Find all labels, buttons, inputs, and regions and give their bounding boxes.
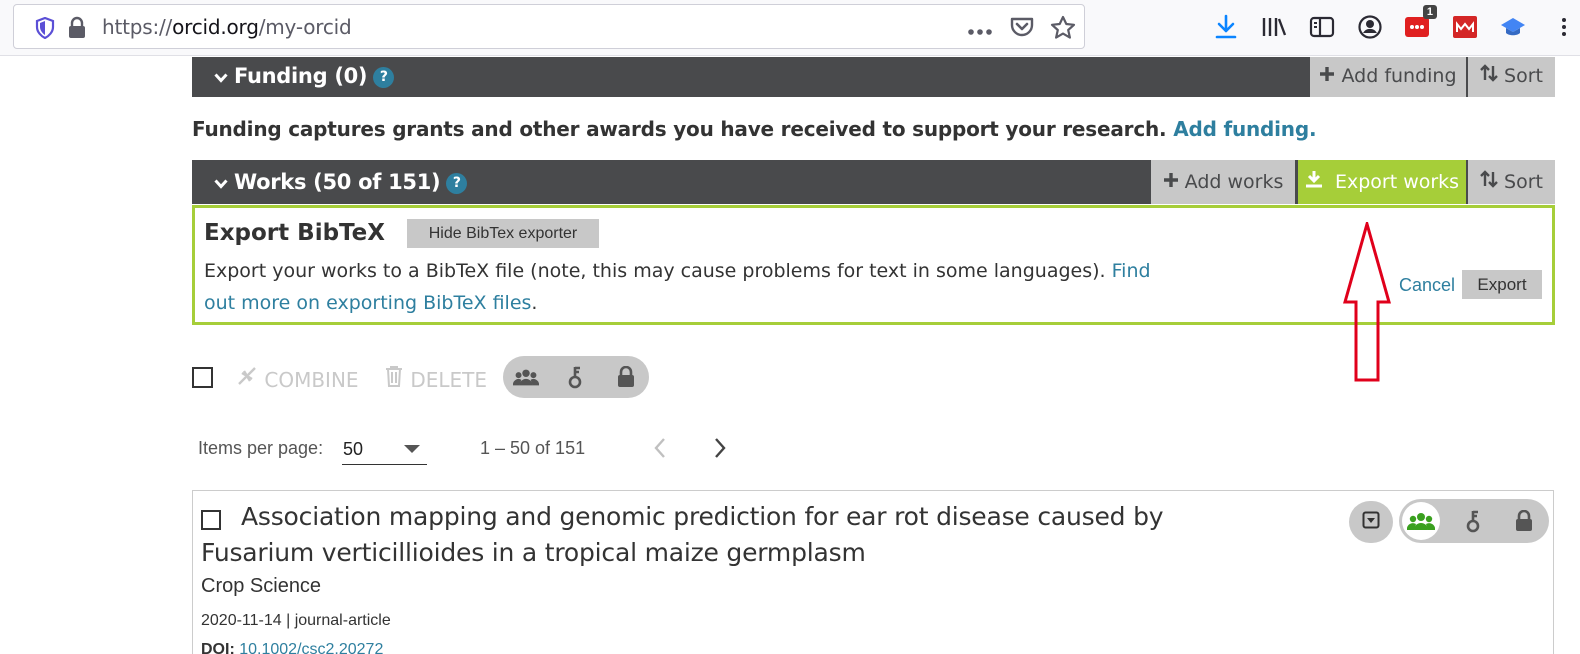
work-privacy-selector[interactable] [1399, 499, 1549, 543]
url-text[interactable]: https://orcid.org/my-orcid [102, 15, 352, 39]
funding-section-header: Funding (0)? Add funding Sort [192, 57, 1555, 97]
select-all-checkbox[interactable] [192, 367, 213, 388]
works-title-text: Works (50 of 151) [234, 170, 441, 194]
extension-icon[interactable]: 1 [1403, 5, 1437, 41]
work-title: Association mapping and genomic predicti… [201, 502, 1164, 567]
sidebar-icon[interactable] [1308, 13, 1336, 41]
plus-icon [1163, 171, 1179, 193]
work-doi: DOI: 10.1002/csc2.20272 [201, 641, 383, 654]
add-funding-label: Add funding [1341, 65, 1457, 87]
scholar-extension-icon[interactable] [1499, 13, 1527, 41]
export-works-button[interactable]: Export works [1298, 160, 1466, 204]
trash-icon [384, 366, 404, 392]
download-icon [1305, 171, 1323, 193]
cancel-export-link[interactable]: Cancel [1399, 275, 1455, 296]
only-me-lock-icon[interactable] [613, 365, 639, 389]
account-icon[interactable] [1356, 13, 1384, 41]
export-bibtex-title: Export BibTeX [204, 220, 386, 246]
items-per-page-label: Items per page: [198, 438, 324, 458]
next-page-button[interactable] [708, 436, 732, 464]
combine-label: COMBINE [264, 368, 359, 392]
export-works-label: Export works [1334, 171, 1460, 193]
link-suffix: . [531, 292, 538, 314]
page-actions-menu-icon[interactable] [967, 23, 993, 41]
add-funding-button[interactable]: Add funding [1310, 57, 1466, 97]
pocket-icon[interactable] [1010, 16, 1034, 43]
funding-title-text: Funding (0) [234, 64, 368, 88]
chevron-down-icon[interactable] [214, 162, 228, 206]
items-per-page-select[interactable]: 50 [342, 434, 427, 465]
downloads-icon[interactable] [1212, 13, 1240, 41]
help-icon[interactable]: ? [446, 173, 468, 194]
works-section-title[interactable]: Works (50 of 151)? [214, 160, 468, 206]
work-journal: Crop Science [201, 575, 322, 597]
delete-label: DELETE [410, 368, 488, 392]
works-sort-button[interactable]: Sort [1468, 160, 1555, 204]
dropdown-caret-icon [404, 445, 420, 453]
export-bibtex-description: Export your works to a BibTeX file (note… [204, 255, 1164, 319]
help-icon[interactable]: ? [373, 67, 395, 88]
only-me-lock-icon[interactable] [1511, 509, 1537, 533]
bulk-privacy-selector[interactable] [503, 356, 649, 398]
lock-icon[interactable] [67, 16, 87, 44]
extension-badge: 1 [1422, 5, 1437, 19]
url-path: /my-orcid [258, 15, 352, 39]
annotation-arrow-icon [1343, 218, 1391, 389]
add-funding-link[interactable]: Add funding. [1173, 117, 1316, 141]
works-sort-label: Sort [1504, 171, 1543, 193]
add-works-button[interactable]: Add works [1151, 160, 1295, 204]
tracking-protection-shield-icon[interactable] [35, 16, 55, 44]
works-section-header: Works (50 of 151)? Add works Export work… [192, 160, 1555, 204]
chevron-right-icon [714, 437, 726, 464]
url-host: orcid.org [172, 15, 259, 39]
add-works-label: Add works [1184, 171, 1284, 193]
pagination-range: 1 – 50 of 151 [480, 438, 586, 458]
chevron-left-icon [654, 437, 666, 464]
caret-down-box-icon [1362, 511, 1380, 534]
funding-description-text: Funding captures grants and other awards… [192, 117, 1167, 141]
funding-description: Funding captures grants and other awards… [192, 117, 1317, 141]
browser-toolbar: https://orcid.org/my-orcid 1 [0, 0, 1580, 56]
everyone-visibility-icon[interactable] [1402, 502, 1440, 540]
url-scheme: https:// [102, 15, 173, 39]
trusted-parties-key-icon[interactable] [1460, 509, 1486, 533]
hide-bibtex-exporter-button[interactable]: Hide BibTex exporter [407, 219, 599, 248]
delete-button[interactable]: DELETE [384, 365, 487, 392]
everyone-visibility-icon[interactable] [513, 365, 539, 389]
overflow-menu-icon[interactable] [1558, 13, 1570, 41]
funding-section-title[interactable]: Funding (0)? [214, 57, 395, 97]
trusted-parties-key-icon[interactable] [562, 365, 588, 389]
mendeley-extension-icon[interactable] [1451, 13, 1479, 41]
library-icon[interactable] [1260, 13, 1288, 41]
work-meta: 2020-11-14 | journal-article [201, 612, 391, 629]
previous-page-button[interactable] [648, 436, 672, 464]
combine-button[interactable]: COMBINE [236, 365, 359, 392]
work-item-card: Association mapping and genomic predicti… [192, 490, 1554, 654]
doi-label: DOI: [201, 641, 235, 654]
items-per-page-value: 50 [343, 439, 364, 459]
plus-icon [1319, 65, 1335, 87]
export-button[interactable]: Export [1462, 270, 1542, 299]
sort-icon [1480, 170, 1498, 193]
sort-icon [1480, 64, 1498, 87]
chevron-down-icon[interactable] [214, 59, 228, 97]
expand-details-button[interactable] [1349, 501, 1393, 543]
bookmark-star-icon[interactable] [1050, 15, 1076, 45]
funding-sort-button[interactable]: Sort [1468, 57, 1555, 97]
export-description-text: Export your works to a BibTeX file (note… [204, 260, 1106, 282]
combine-icon [236, 367, 258, 392]
address-bar[interactable]: https://orcid.org/my-orcid [13, 4, 1085, 49]
funding-sort-label: Sort [1504, 65, 1543, 87]
doi-link[interactable]: 10.1002/csc2.20272 [239, 641, 383, 654]
